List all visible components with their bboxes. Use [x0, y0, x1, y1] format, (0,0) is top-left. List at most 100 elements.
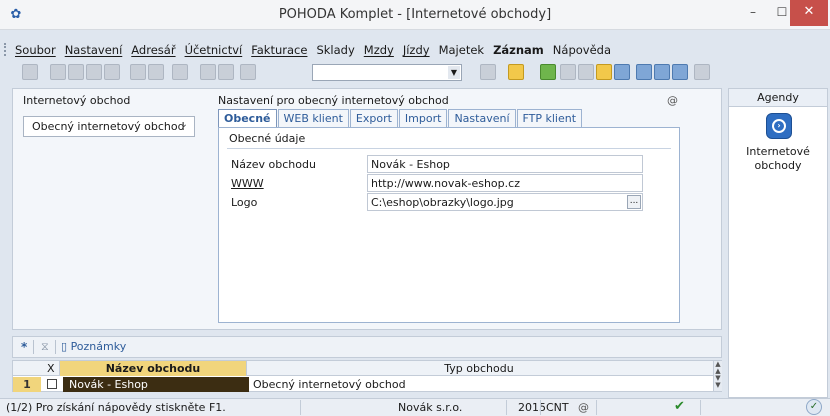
save-icon[interactable]	[200, 64, 216, 80]
window-icon[interactable]	[636, 64, 652, 80]
table-scrollbar[interactable]: ▲ ▲ ▼ ▼	[713, 361, 722, 391]
separator	[55, 340, 56, 354]
status-help: (1/2) Pro získání nápovědy stiskněte F1.	[6, 401, 226, 414]
print-icon[interactable]	[68, 64, 84, 80]
menu-zaznam[interactable]: Záznam	[493, 43, 544, 57]
menu-ucetnictvi[interactable]: Účetnictví	[185, 43, 243, 57]
chevron-down-icon[interactable]: ▼	[448, 66, 460, 79]
menu-sklady[interactable]: Sklady	[316, 43, 354, 57]
checkmark-icon: ✔	[674, 399, 685, 414]
tab-web-klient[interactable]: WEB klient	[277, 109, 349, 128]
browse-button[interactable]: ...	[627, 195, 641, 209]
separator	[33, 340, 34, 354]
chevron-down-icon: ⌄	[179, 119, 188, 130]
agenda-header: Agendy	[729, 89, 827, 107]
copy-icon[interactable]	[104, 64, 120, 80]
menu-mzdy[interactable]: Mzdy	[364, 43, 394, 57]
agenda-panel: Agendy › Internetové obchody	[728, 88, 828, 398]
records-table: X Název obchodu Typ obchodu 1 Novák - Es…	[12, 360, 722, 392]
save-all-icon[interactable]	[218, 64, 234, 80]
close-button[interactable]: ✕	[790, 0, 828, 26]
back-arrow-icon[interactable]	[172, 64, 188, 80]
main-panel: Internetový obchod Obecný internetový ob…	[12, 88, 722, 330]
menu-soubor[interactable]: Soubor	[15, 43, 56, 57]
menu-napoveda[interactable]: Nápověda	[553, 43, 611, 57]
menu-fakturace[interactable]: Fakturace	[251, 43, 307, 57]
bank-icon[interactable]	[614, 64, 630, 80]
form-icon[interactable]	[672, 64, 688, 80]
table-header: X Název obchodu Typ obchodu	[13, 361, 713, 376]
open-agenda-icon[interactable]	[22, 64, 38, 80]
row-number: 1	[13, 377, 41, 392]
calculator-icon[interactable]	[560, 64, 576, 80]
row-checkbox[interactable]	[47, 379, 57, 389]
tab-ftp-klient[interactable]: FTP klient	[516, 109, 583, 128]
field-label-www[interactable]: WWW	[231, 177, 264, 190]
new-record-icon[interactable]	[130, 64, 146, 80]
separator	[540, 400, 541, 415]
section-title: Obecné údaje	[229, 132, 306, 145]
agenda-item-label-2: obchody	[754, 159, 802, 172]
notes-tab[interactable]: ▯ Poznámky	[61, 340, 126, 353]
tab-obecne[interactable]: Obecné	[218, 109, 277, 128]
settings-heading: Nastavení pro obecný internetový obchod	[218, 94, 449, 107]
menu-majetek[interactable]: Majetek	[439, 43, 484, 57]
tab-strip: Obecné WEB klient Export Import Nastaven…	[218, 109, 583, 128]
paste-icon[interactable]	[240, 64, 256, 80]
document-icon: ▯	[61, 340, 71, 353]
calendar-icon[interactable]	[578, 64, 594, 80]
edit-icon[interactable]	[148, 64, 164, 80]
www-field[interactable]: http://www.novak-eshop.cz	[367, 174, 643, 192]
window-title: POHODA Komplet - [Internetové obchody]	[278, 7, 552, 22]
list-toolbar: * ⧖ ▯ Poznámky	[12, 336, 722, 358]
column-header-type[interactable]: Typ obchodu	[249, 362, 709, 375]
logo-path: C:\eshop\obrazky\logo.jpg	[371, 196, 514, 209]
menu-adresar[interactable]: Adresář	[131, 43, 175, 57]
status-bar: (1/2) Pro získání nápovědy stiskněte F1.…	[0, 398, 830, 416]
separator	[700, 400, 701, 415]
refresh-icon[interactable]	[540, 64, 556, 80]
column-header-name[interactable]: Název obchodu	[59, 361, 247, 376]
preview-icon[interactable]	[86, 64, 102, 80]
status-at-icon: @	[578, 401, 589, 414]
shop-name-field[interactable]: Novák - Eshop	[367, 155, 643, 173]
shop-select-label: Internetový obchod	[23, 94, 131, 107]
menu-grip	[4, 43, 7, 56]
menu-bar: Soubor Nastavení Adresář Účetnictví Fakt…	[0, 40, 830, 60]
tab-export[interactable]: Export	[349, 109, 398, 128]
filter-icon[interactable]	[480, 64, 496, 80]
tab-nastaveni[interactable]: Nastavení	[448, 109, 516, 128]
field-label-name: Název obchodu	[231, 158, 316, 171]
status-year: 2015	[518, 401, 546, 414]
section-divider	[227, 148, 671, 149]
status-ok-icon[interactable]: ✓	[806, 399, 822, 415]
shop-select[interactable]: Obecný internetový obchod ⌄	[23, 116, 195, 137]
separator	[506, 400, 507, 415]
new-row-icon[interactable]: *	[21, 340, 27, 354]
status-company: Novák s.r.o.	[398, 401, 463, 414]
at-icon[interactable]: @	[667, 94, 678, 107]
shop-select-value: Obecný internetový obchod	[32, 120, 185, 133]
cell-shop-name[interactable]: Novák - Eshop	[63, 377, 249, 392]
settings-icon[interactable]	[50, 64, 66, 80]
toolbar-combo[interactable]: ▼	[312, 64, 462, 81]
toolbar: ▼	[0, 62, 830, 84]
field-label-logo: Logo	[231, 196, 258, 209]
column-header-x[interactable]: X	[47, 362, 55, 375]
menu-items: Soubor Nastavení Adresář Účetnictví Fakt…	[15, 43, 611, 57]
list-icon[interactable]	[654, 64, 670, 80]
status-cnt: CNT	[546, 401, 569, 414]
menu-nastaveni[interactable]: Nastavení	[65, 43, 123, 57]
filter-icon[interactable]: ⧖	[41, 340, 49, 354]
notes-label: Poznámky	[70, 340, 127, 353]
cell-shop-type[interactable]: Obecný internetový obchod	[253, 377, 406, 392]
tab-import[interactable]: Import	[398, 109, 448, 128]
logo-field[interactable]: C:\eshop\obrazky\logo.jpg ...	[367, 193, 643, 211]
internet-shops-icon[interactable]: ›	[766, 113, 792, 139]
menu-jizdy[interactable]: Jízdy	[403, 43, 430, 57]
table-row[interactable]: 1 Novák - Eshop Obecný internetový obcho…	[13, 377, 713, 392]
help-icon[interactable]	[694, 64, 710, 80]
users-icon[interactable]	[596, 64, 612, 80]
agenda-item-internet-shops[interactable]: Internetové obchody	[729, 145, 827, 173]
folder-icon[interactable]	[508, 64, 524, 80]
